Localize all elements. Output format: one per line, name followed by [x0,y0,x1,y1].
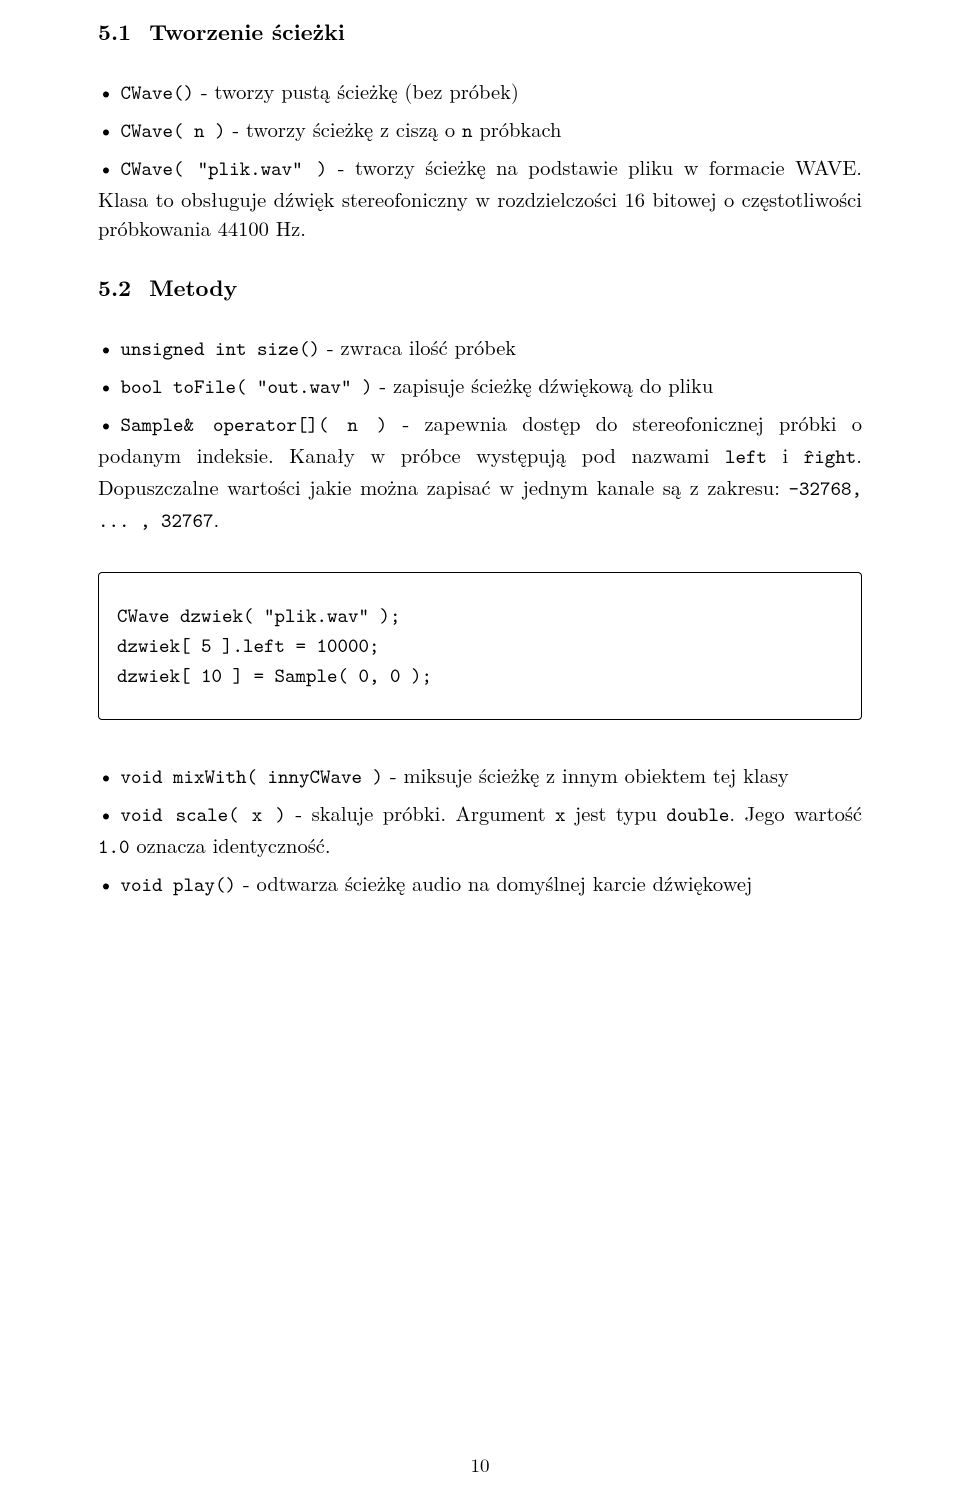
code-inline: left [725,444,767,470]
bullet-icon: • [98,152,121,182]
bullet-item: •Sample& operator[]( n ) - zapewnia dost… [98,408,862,536]
bullet-icon: • [98,868,121,898]
bullet-item: •bool toFile( "out.wav" ) - zapisuje ści… [98,370,862,402]
bullet-text: - zapisuje ścieżkę dźwiękową do pliku [373,370,714,399]
bullet-icon: • [98,760,121,790]
section-number: 5.1 [98,15,131,47]
bullet-text: - odtwarza ścieżkę audio na domyślnej ka… [236,868,752,897]
bullet-item: •void mixWith( innyCWave ) - miksuje ści… [98,760,862,792]
section-heading-5-1: 5.1 Tworzenie ścieżki [98,15,862,48]
bullet-text: . Jego wartość [729,798,862,827]
bullet-item: •void play() - odtwarza ścieżkę audio na… [98,868,862,900]
bullet-item: •void scale( x ) - skaluje próbki. Argum… [98,798,862,862]
section-heading-5-2: 5.2 Metody [98,271,862,304]
bullet-text: - miksuje ścieżkę z innym obiektem tej k… [383,760,789,789]
bullet-icon: • [98,332,121,362]
page: 5.1Tworzenie ścieżki •CWave() - tworzy p… [0,0,960,1511]
code-term: CWave( "plik.wav" ) [121,156,328,182]
code-term: void scale( x ) [121,802,286,828]
bullet-text: - zwraca ilość próbek [320,332,516,361]
bullet-text: i [767,440,804,469]
code-block: CWave dzwiek( "plik.wav" ); dzwiek[ 5 ].… [98,572,862,720]
code-term: CWave( n ) [121,118,226,144]
code-term: void mixWith( innyCWave ) [121,764,384,790]
bullet-item: •CWave() - tworzy pustą ścieżkę (bez pró… [98,76,862,108]
code-term: bool toFile( "out.wav" ) [121,374,373,400]
bullet-item: •CWave( "plik.wav" ) - tworzy ścieżkę na… [98,152,862,243]
bullet-text: - skaluje próbki. Argument [286,798,555,827]
bullet-text: jest typu [566,798,667,827]
bullet-icon: • [98,114,121,144]
section-title: Tworzenie ścieżki [149,15,345,47]
bullet-text: oznacza identyczność. [130,830,331,859]
bullet-icon: • [98,408,121,438]
bullet-item: •unsigned int size() - zwraca ilość prób… [98,332,862,364]
bullet-text: - tworzy ścieżkę z ciszą o [226,114,462,143]
section-number: 5.2 [98,271,131,303]
code-inline: r̂ight [804,444,857,470]
code-inline: n [462,118,473,144]
bullet-text: . [214,504,220,533]
bullet-text: próbkach [473,114,562,143]
bullet-icon: • [98,798,121,828]
code-inline: double [666,802,729,828]
bullet-icon: • [98,76,121,106]
page-number: 10 [0,1451,960,1479]
code-term: unsigned int size() [121,336,321,362]
code-term: CWave() [121,80,195,106]
bullet-text: - tworzy pustą ścieżkę (bez próbek) [194,76,519,105]
code-term: Sample& operator[]( n ) [121,412,388,438]
code-inline: 1.0 [98,834,130,860]
code-term: void play() [121,872,237,898]
bullet-item: •CWave( n ) - tworzy ścieżkę z ciszą o n… [98,114,862,146]
bullet-icon: • [98,370,121,400]
section-title: Metody [149,271,237,303]
code-inline: x [555,802,566,828]
